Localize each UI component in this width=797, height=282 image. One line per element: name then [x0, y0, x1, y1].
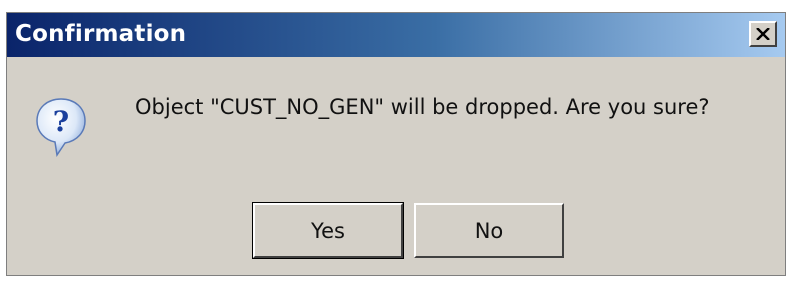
close-button[interactable] — [749, 21, 777, 47]
no-button[interactable]: No — [414, 203, 564, 258]
confirmation-message: Object "CUST_NO_GEN" will be dropped. Ar… — [135, 95, 710, 119]
question-icon: ? — [36, 98, 86, 157]
yes-button[interactable]: Yes — [252, 202, 404, 259]
close-icon — [756, 28, 770, 40]
title-bar[interactable]: Confirmation — [7, 13, 785, 57]
window-title: Confirmation — [15, 21, 187, 47]
svg-text:?: ? — [53, 105, 69, 138]
confirmation-dialog: Confirmation ? Object "CUST_NO_GEN" will… — [6, 12, 786, 276]
